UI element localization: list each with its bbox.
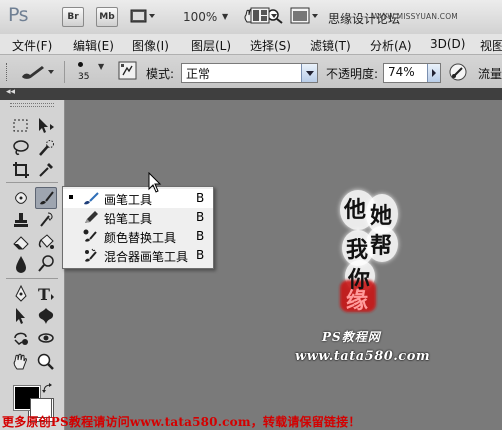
mode-dropdown-arrow-icon[interactable] — [301, 64, 317, 82]
dodge-tool-icon[interactable] — [36, 254, 56, 274]
toolbox: T — [0, 100, 65, 430]
flyout-label: 铅笔工具 — [104, 212, 153, 226]
brush-preset-icon — [22, 66, 54, 79]
application-bar: Ps Br Mb 100% ▼ 思缘设计论坛 WWW.MISSYUAN.COM — [0, 0, 502, 35]
bottom-notice: 更多原创PS教程请访问www.tata580.com，转载请保留链接！ — [2, 415, 361, 429]
tata-url-label: www.tata580.com — [295, 349, 431, 364]
panel-collapse-strip: ◂◂ — [0, 87, 502, 100]
flyout-shortcut: B — [196, 248, 205, 262]
opacity-field[interactable]: 74% — [383, 63, 441, 83]
calligraphy-char: 她 — [370, 203, 393, 229]
watermark-url: WWW.MISSYUAN.COM — [372, 12, 458, 21]
flow-label: 流量 — [478, 67, 502, 81]
ps-tutorial-label: PS教程网 — [322, 330, 381, 344]
view-extras-icon[interactable] — [130, 8, 155, 24]
zoom-dropdown-icon[interactable]: ▼ — [222, 12, 228, 21]
calligraphy-char: 帮 — [370, 233, 393, 259]
toolbox-grip[interactable] — [10, 103, 54, 107]
calligraphy-char: 我 — [346, 237, 369, 263]
menu-bar: 文件(F) 编辑(E) 图像(I) 图层(L) 选择(S) 滤镜(T) 分析(A… — [0, 34, 502, 55]
mode-value: 正常 — [186, 67, 211, 81]
menu-3d[interactable]: 3D(D) — [430, 37, 465, 51]
options-bar: 35 ▼ 模式: 正常 不透明度: 74% 流量 — [0, 55, 502, 89]
opacity-value[interactable]: 74% — [388, 65, 415, 79]
mode-label: 模式: — [146, 67, 175, 81]
lasso-tool-icon[interactable] — [11, 138, 31, 158]
3d-rotate-tool-icon[interactable] — [11, 328, 31, 348]
toolbox-separator — [6, 182, 58, 183]
flyout-label: 颜色替换工具 — [104, 231, 177, 245]
eyedropper-tool-icon[interactable] — [36, 160, 56, 180]
crop-tool-icon[interactable] — [11, 160, 31, 180]
blur-tool-icon[interactable] — [11, 254, 31, 274]
options-divider — [64, 61, 65, 83]
history-brush-tool-icon[interactable] — [36, 210, 56, 230]
flyout-shortcut: B — [196, 229, 205, 243]
swap-colors-icon[interactable] — [42, 383, 54, 395]
arrange-documents-icon[interactable] — [250, 7, 278, 24]
calligraphy-char: 他 — [344, 197, 367, 223]
menu-edit[interactable]: 编辑(E) — [73, 37, 114, 54]
flyout-shortcut: B — [196, 210, 205, 224]
paint-bucket-tool-icon[interactable] — [36, 232, 56, 252]
hand-tool-icon[interactable] — [11, 352, 31, 372]
mini-bridge-button[interactable]: Mb — [96, 7, 118, 27]
brush-size-picker[interactable]: 35 ▼ — [72, 59, 112, 85]
clone-stamp-tool-icon[interactable] — [11, 210, 31, 230]
brush-tool-icon[interactable] — [35, 187, 57, 209]
menu-view[interactable]: 视图 — [480, 37, 502, 54]
tool-preset-picker[interactable] — [18, 61, 54, 81]
pencil-icon — [83, 210, 99, 225]
type-tool-icon[interactable]: T — [36, 284, 56, 304]
opacity-slider-arrow-icon[interactable] — [427, 64, 440, 82]
mouse-cursor-icon — [148, 171, 164, 196]
bridge-button[interactable]: Br — [62, 7, 84, 27]
photoshop-logo: Ps — [8, 4, 29, 26]
brush-icon — [83, 191, 99, 206]
color-replacement-icon — [83, 229, 99, 244]
menu-layer[interactable]: 图层(L) — [191, 37, 231, 54]
flyout-item-color-replacement[interactable]: 颜色替换工具 B — [63, 227, 213, 246]
seal-stamp: 缘 — [346, 288, 369, 314]
spot-healing-brush-icon[interactable] — [11, 188, 31, 208]
menu-file[interactable]: 文件(F) — [12, 37, 52, 54]
marquee-tool-icon[interactable] — [11, 116, 31, 136]
menu-select[interactable]: 选择(S) — [250, 37, 291, 54]
flyout-label: 混合器画笔工具 — [104, 250, 189, 264]
flyout-shortcut: B — [196, 191, 205, 205]
toolbox-separator — [6, 278, 58, 279]
flyout-item-pencil[interactable]: 铅笔工具 B — [63, 208, 213, 227]
move-tool-icon[interactable] — [36, 116, 56, 136]
brush-size-dropdown-icon[interactable]: ▼ — [98, 62, 104, 71]
menu-image[interactable]: 图像(I) — [132, 37, 169, 54]
custom-shape-tool-icon[interactable] — [36, 306, 56, 326]
flyout-item-brush[interactable]: 画笔工具 B — [63, 189, 213, 208]
options-grip[interactable] — [6, 63, 9, 81]
collapse-chevron-icon[interactable]: ◂◂ — [6, 87, 15, 97]
mode-dropdown[interactable]: 正常 — [181, 63, 318, 83]
flyout-label: 画笔工具 — [104, 193, 153, 207]
path-selection-tool-icon[interactable] — [11, 306, 31, 326]
opacity-label: 不透明度: — [326, 67, 379, 81]
brush-size: 35 — [78, 72, 90, 82]
selected-bullet-icon — [69, 195, 73, 199]
screen-mode-icon[interactable] — [290, 7, 320, 24]
menu-filter[interactable]: 滤镜(T) — [310, 37, 351, 54]
zoom-tool-icon[interactable] — [36, 352, 56, 372]
flyout-item-mixer-brush[interactable]: 混合器画笔工具 B — [63, 246, 213, 265]
zoom-level[interactable]: 100% — [183, 10, 217, 24]
pen-tool-icon[interactable] — [11, 284, 31, 304]
brush-tool-flyout: 画笔工具 B 铅笔工具 B 颜色替换工具 B 混合器画笔工具 B — [62, 186, 214, 269]
eraser-tool-icon[interactable] — [11, 232, 31, 252]
pressure-opacity-icon[interactable] — [448, 62, 468, 82]
svg-text:T: T — [38, 285, 50, 304]
3d-orbit-tool-icon[interactable] — [36, 328, 56, 348]
brush-tip-dot — [78, 62, 83, 67]
mixer-brush-icon — [83, 248, 99, 263]
brush-panel-toggle-icon[interactable] — [118, 61, 138, 81]
menu-analysis[interactable]: 分析(A) — [370, 37, 412, 54]
quick-selection-tool-icon[interactable] — [36, 138, 56, 158]
